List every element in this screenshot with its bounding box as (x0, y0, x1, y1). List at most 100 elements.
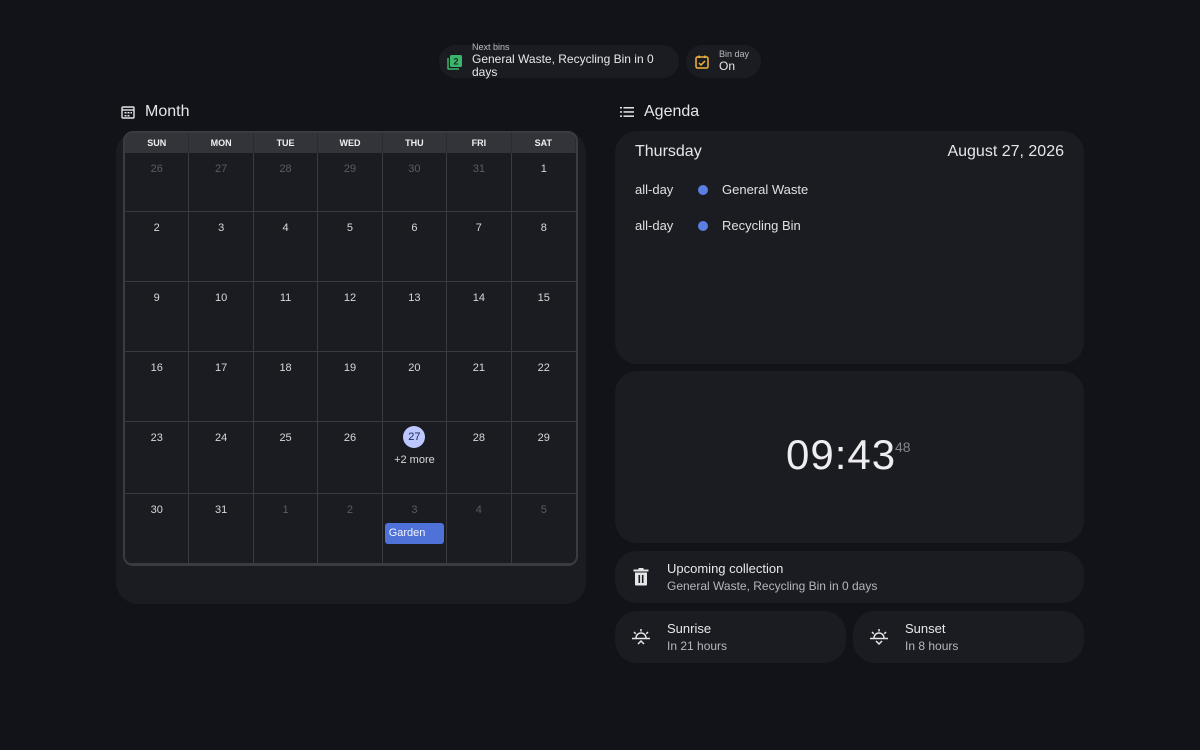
day-number: 31 (215, 504, 228, 516)
calendar-day[interactable]: 15 (511, 282, 576, 352)
next-bins-value: General Waste, Recycling Bin in 0 days (472, 52, 654, 80)
calendar-day[interactable]: 3 (189, 212, 254, 282)
calendar-day[interactable]: 28 (253, 153, 319, 212)
calendar-day[interactable]: 10 (189, 282, 254, 352)
day-number: 1 (282, 504, 289, 516)
bin-day-chip[interactable]: Bin day On (686, 45, 761, 78)
agenda-event[interactable]: all-day Recycling Bin (635, 218, 801, 233)
weekday-label: SAT (512, 133, 576, 153)
day-number: 28 (279, 163, 292, 175)
sunset-title: Sunset (905, 621, 946, 636)
svg-text:2: 2 (453, 56, 458, 66)
calendar-day[interactable]: 9 (125, 282, 190, 352)
weekday-label: MON (189, 133, 254, 153)
calendar-day[interactable]: 30 (125, 494, 190, 564)
agenda-day: Thursday (635, 143, 702, 160)
calendar-day[interactable]: 5 (318, 212, 383, 282)
trash-icon (631, 567, 651, 587)
calendar-day[interactable]: 16 (125, 352, 190, 422)
calendar-day[interactable]: 18 (253, 352, 319, 422)
day-number: 16 (150, 362, 163, 374)
calendar-day[interactable]: 2 (318, 494, 383, 564)
calendar-day[interactable]: 6 (382, 212, 448, 282)
day-number: 26 (150, 163, 163, 175)
event-dot (698, 184, 708, 195)
month-header: Month (121, 103, 189, 121)
sunset-card[interactable]: Sunset In 8 hours (853, 611, 1084, 663)
day-number: 22 (537, 362, 550, 374)
calendar-day[interactable]: 19 (318, 352, 383, 422)
clock-seconds: 48 (895, 439, 911, 455)
calendar-day[interactable]: 26 (318, 422, 383, 494)
event-title: General Waste (722, 182, 809, 197)
calendar-day[interactable]: 23 (125, 422, 190, 494)
calendar-day[interactable]: 4 (253, 212, 319, 282)
calendar-day[interactable]: 1 (253, 494, 319, 564)
calendar-day[interactable]: 11 (253, 282, 319, 352)
agenda-card[interactable]: Thursday August 27, 2026 all-day General… (615, 131, 1084, 364)
day-number: 3 (411, 504, 418, 516)
month-calendar: SUN MON TUE WED THU FRI SAT 26 27 28 29 30 31 1 2 3 4 5 6… (123, 131, 578, 566)
calendar-day[interactable]: 21 (447, 352, 512, 422)
calendar-day[interactable]: 24 (189, 422, 254, 494)
calendar-day[interactable]: 7 (447, 212, 512, 282)
calendar-day[interactable]: 30 (382, 153, 448, 212)
day-number: 5 (540, 504, 547, 516)
clock-card: 09:43 48 (615, 371, 1084, 543)
weekday-label: THU (383, 133, 448, 153)
day-number: 4 (282, 222, 289, 234)
collection-title: Upcoming collection (667, 561, 784, 576)
calendar-day[interactable]: 13 (382, 282, 448, 352)
more-events-link[interactable]: +2 more (383, 454, 446, 466)
day-number: 17 (215, 362, 228, 374)
event-dot (698, 220, 708, 231)
agenda-event[interactable]: all-day General Waste (635, 182, 808, 197)
calendar-day[interactable]: 27 (189, 153, 254, 212)
calendar-day[interactable]: 22 (511, 352, 576, 422)
day-number: 30 (150, 504, 163, 516)
sunrise-card[interactable]: Sunrise In 21 hours (615, 611, 846, 663)
day-number: 28 (472, 432, 485, 444)
sunset-subtitle: In 8 hours (905, 639, 959, 653)
calendar-day[interactable]: 3 Garden (382, 494, 448, 564)
day-number: 15 (537, 292, 550, 304)
day-number: 14 (472, 292, 485, 304)
calendar-day[interactable]: 2 (125, 212, 190, 282)
calendar-day[interactable]: 31 (447, 153, 512, 212)
calendar-day[interactable]: 1 (511, 153, 576, 212)
day-number: 1 (540, 163, 547, 175)
calendar-day[interactable]: 17 (189, 352, 254, 422)
calendar-day[interactable]: 31 (189, 494, 254, 564)
calendar-day[interactable]: 29 (318, 153, 383, 212)
calendar-grid: 26 27 28 29 30 31 1 2 3 4 5 6 7 8 9 10 11 12 13 14 15 16 17 18 1… (125, 153, 576, 564)
calendar-event[interactable]: Garden (384, 523, 445, 544)
calendar-day[interactable]: 28 (447, 422, 512, 494)
day-number: 29 (343, 163, 357, 175)
day-number: 27 (215, 163, 228, 175)
calendar-day[interactable]: 25 (253, 422, 319, 494)
event-time: all-day (635, 182, 674, 197)
calendar-day[interactable]: 12 (318, 282, 383, 352)
sunrise-icon (631, 627, 651, 647)
day-number: 25 (279, 432, 292, 444)
weekday-label: TUE (254, 133, 319, 153)
calendar-day[interactable]: 29 (511, 422, 576, 494)
day-number: 23 (150, 432, 163, 444)
calendar-day[interactable]: 4 (447, 494, 512, 564)
bin-day-value: On (719, 58, 736, 73)
upcoming-collection-card[interactable]: Upcoming collection General Waste, Recyc… (615, 551, 1084, 603)
calendar-day[interactable]: 26 (125, 153, 190, 212)
calendar-day[interactable]: 8 (511, 212, 576, 282)
collection-subtitle: General Waste, Recycling Bin in 0 days (667, 579, 878, 593)
agenda-title: Agenda (644, 103, 700, 120)
calendar-day[interactable]: 20 (382, 352, 448, 422)
day-number: 30 (408, 163, 421, 175)
calendar-day[interactable]: 14 (447, 282, 512, 352)
calendar-day-today[interactable]: 27 +2 more (382, 422, 448, 494)
day-number: 2 (346, 504, 354, 516)
day-number: 26 (343, 432, 357, 444)
day-number: 24 (215, 432, 228, 444)
weekday-label: FRI (447, 133, 512, 153)
next-bins-chip[interactable]: 2 Next bins General Waste, Recycling Bin… (439, 42, 679, 80)
calendar-day[interactable]: 5 (511, 494, 576, 564)
